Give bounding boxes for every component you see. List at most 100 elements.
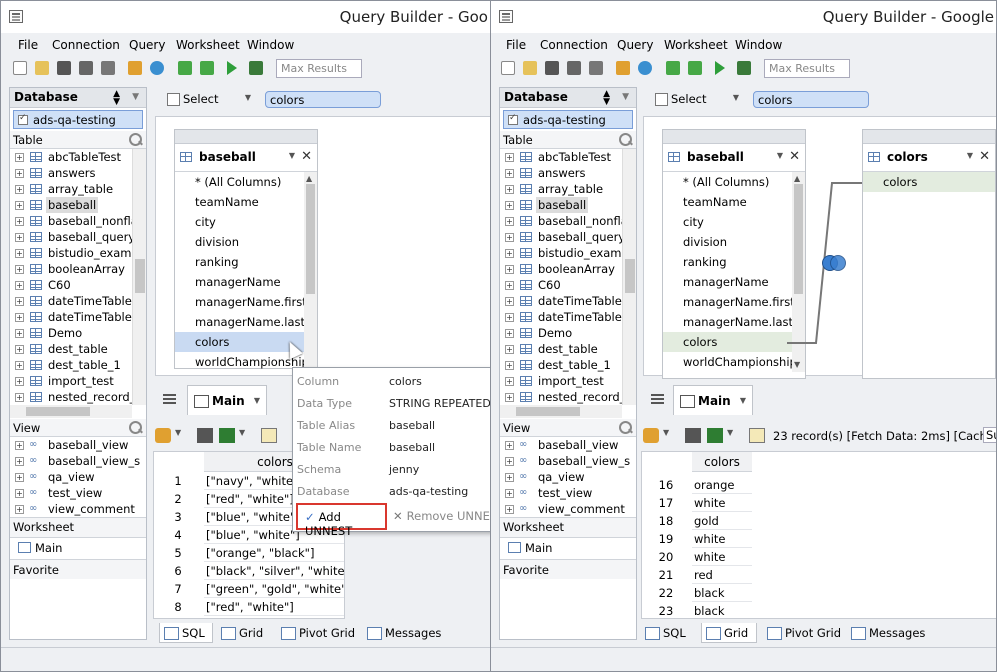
scroll-thumb[interactable] [625,259,635,293]
hamburger-icon[interactable] [163,394,176,404]
refresh-icon[interactable] [150,61,164,75]
tree-item-table[interactable]: + bistudio_example [500,245,636,261]
expand-icon[interactable]: + [505,153,514,162]
summary-field[interactable]: Su [983,427,996,443]
tree-item-table[interactable]: + dateTimeTable [500,293,636,309]
expand-icon[interactable]: + [505,345,514,354]
database-selector[interactable]: ads-qa-testing [503,110,633,129]
menu-query[interactable]: Query [617,38,653,52]
tree-item-table[interactable]: + nested_record_a [500,389,636,405]
tree-item-table[interactable]: + array_table [500,181,636,197]
column-item[interactable]: * (All Columns) [175,172,317,192]
table-row[interactable]: 6 ["black", "silver", "white"] [154,562,344,580]
menu-window[interactable]: Window [247,38,294,52]
expand-icon[interactable]: + [505,169,514,178]
column-item[interactable]: colors [863,172,995,192]
tree-item-view[interactable]: + ∞ qa_view [10,469,146,485]
column-item[interactable]: division [175,232,317,252]
run-selected-icon[interactable] [249,61,263,75]
tree-item-table[interactable]: + dateTimeTable1 [10,309,146,325]
tab-grid[interactable]: Grid [217,623,263,643]
table-hscrollbar[interactable] [500,405,622,418]
expand-icon[interactable]: + [505,361,514,370]
save-as-icon[interactable] [567,61,581,75]
tree-item-table[interactable]: + baseball_nonflat [500,213,636,229]
tab-pivot-grid[interactable]: Pivot Grid [763,623,841,643]
tree-item-view[interactable]: + ∞ qa_view [500,469,636,485]
expand-icon[interactable]: + [15,249,24,258]
connect-icon[interactable] [616,61,630,75]
save-all-icon[interactable] [589,61,603,75]
tree-item-table[interactable]: + C60 [10,277,146,293]
expand-icon[interactable]: + [505,281,514,290]
run-selected-icon[interactable] [737,61,751,75]
add-join-icon[interactable] [688,61,702,75]
close-icon[interactable]: ✕ [979,149,990,164]
tab-main[interactable]: Main ▼ [187,385,267,415]
sort-arrows-icon[interactable]: ▲ ▼ [113,90,120,107]
export-icon[interactable] [685,428,701,443]
tree-item-table[interactable]: + dest_table_1 [10,357,146,373]
table-row[interactable]: 8 ["red", "white"] [154,598,344,616]
chevron-down-icon[interactable]: ▼ [289,151,295,160]
add-table-icon[interactable] [178,61,192,75]
scroll-thumb[interactable] [516,407,580,416]
column-scrollbar[interactable]: ▲ [304,172,317,372]
column-item[interactable]: ranking [175,252,317,272]
table-tree-scrollbar[interactable] [622,149,636,405]
search-icon[interactable] [618,420,633,435]
tree-item-table[interactable]: + import_test [500,373,636,389]
tree-item-table[interactable]: + Demo [10,325,146,341]
expand-icon[interactable]: + [15,505,24,514]
worksheet-item-main[interactable]: Main [10,538,146,559]
expand-icon[interactable]: + [15,473,24,482]
tree-item-table[interactable]: + baseball_query [500,229,636,245]
chevron-down-icon[interactable]: ▼ [622,92,629,102]
menu-window[interactable]: Window [735,38,782,52]
column-item[interactable]: managerName.last [175,312,317,332]
scroll-thumb[interactable] [306,184,315,294]
baseball-table-card[interactable]: baseball ▼ ✕ * (All Columns) teamName city… [174,129,318,372]
tree-item-view[interactable]: + ∞ baseball_view [500,437,636,453]
chevron-down-icon[interactable]: ▼ [254,396,260,405]
sql-icon[interactable] [749,428,765,443]
tree-item-table[interactable]: + answers [10,165,146,181]
expand-icon[interactable]: + [505,489,514,498]
tree-item-view[interactable]: + ∞ view_comment [500,501,636,517]
colors-table-card[interactable]: colors ▼ ✕ colors [862,129,996,379]
expand-icon[interactable]: + [505,265,514,274]
chevron-down-icon[interactable]: ▼ [239,428,249,443]
expand-icon[interactable]: + [505,297,514,306]
expand-icon[interactable]: + [505,201,514,210]
tree-item-table[interactable]: + dateTimeTable [10,293,146,309]
tree-item-table[interactable]: + booleanArray [500,261,636,277]
table-tree-scrollbar[interactable] [132,149,146,405]
tab-sql[interactable]: SQL [641,623,686,643]
add-unnest-button[interactable]: ✓ Add UNNEST [296,503,387,538]
worksheet-item-main[interactable]: Main [500,538,636,559]
excel-icon[interactable] [707,428,723,443]
select-dropdown[interactable]: Select ▼ [651,89,743,109]
tree-item-table[interactable]: + baseball_query [10,229,146,245]
expand-icon[interactable]: + [505,393,514,402]
sort-arrows-icon[interactable]: ▲ ▼ [603,90,610,107]
query-token[interactable]: colors [753,91,869,108]
chart-icon[interactable] [643,428,659,443]
table-row[interactable]: 19 white [642,530,752,548]
expand-icon[interactable]: + [15,489,24,498]
menu-query[interactable]: Query [129,38,165,52]
menu-file[interactable]: File [18,38,38,52]
tree-item-table[interactable]: + abcTableTest [500,149,636,165]
expand-icon[interactable]: + [505,457,514,466]
expand-icon[interactable]: + [505,473,514,482]
search-icon[interactable] [618,132,633,147]
scroll-thumb[interactable] [26,407,90,416]
scroll-up-icon[interactable]: ▲ [306,174,312,183]
max-results-input[interactable]: Max Results [764,59,850,78]
table-row[interactable]: 7 ["green", "gold", "white"] [154,580,344,598]
expand-icon[interactable]: + [505,313,514,322]
chevron-down-icon[interactable]: ▼ [727,428,737,443]
tree-item-table[interactable]: + baseball [500,197,636,213]
max-results-input[interactable]: Max Results [276,59,362,78]
database-selector[interactable]: ads-qa-testing [13,110,143,129]
